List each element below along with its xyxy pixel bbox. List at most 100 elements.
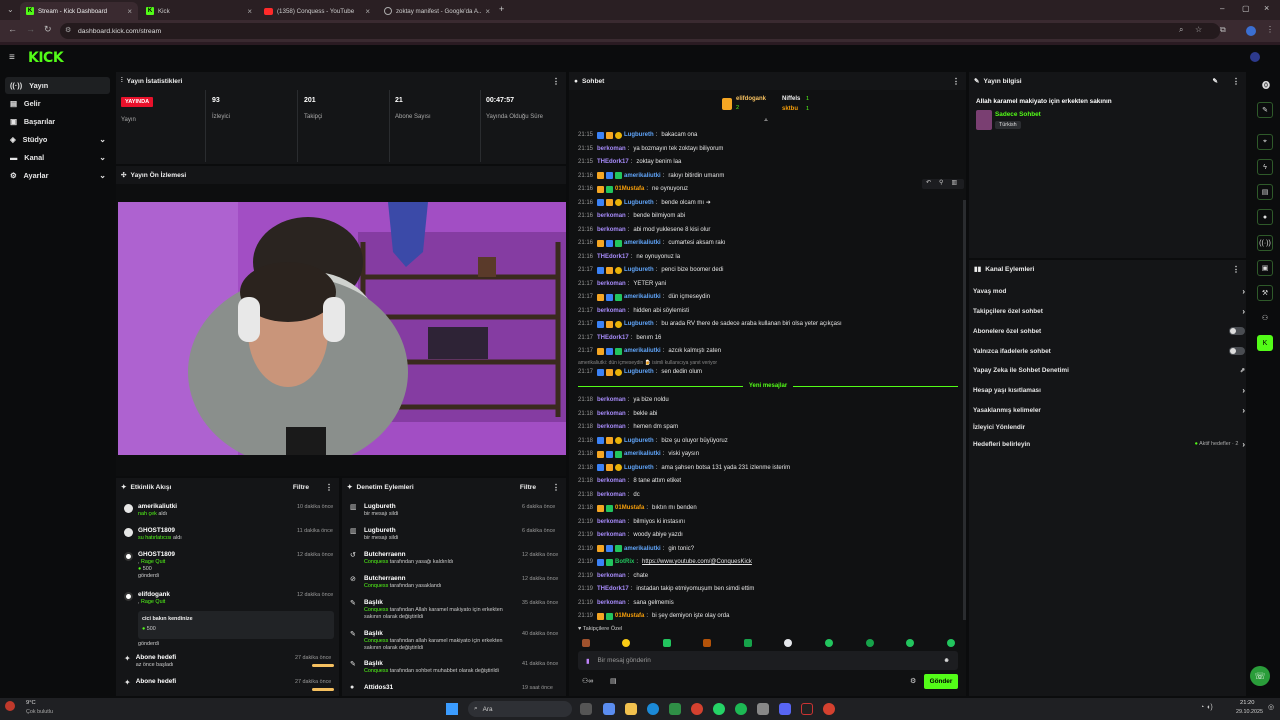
chat-username[interactable]: amerikaliutki bbox=[624, 173, 661, 179]
chat-message[interactable]: 21:18 Lugbureth: ama şahsen botsa 131 yada… bbox=[578, 462, 790, 474]
chat-message[interactable]: 21:18 berkoman:8 tane attım etiket bbox=[578, 475, 681, 487]
mod-actor[interactable]: Conquess bbox=[364, 559, 388, 565]
more-options-icon[interactable]: ⋮ bbox=[552, 483, 560, 492]
sidebar-item-yayin[interactable]: ((·)) Yayın bbox=[5, 77, 110, 94]
chat-message[interactable]: 21:15 THEdork17: zoktay benim laa bbox=[578, 156, 681, 168]
emote-icon[interactable] bbox=[703, 639, 711, 647]
chat-username[interactable]: BotRix bbox=[615, 559, 634, 565]
stream-preview-video[interactable] bbox=[118, 202, 566, 455]
stream-category[interactable]: Sadece Sohbet bbox=[995, 111, 1041, 118]
obs-icon[interactable] bbox=[801, 703, 813, 715]
chat-message[interactable]: 21:18 berkoman: hemen dm spam bbox=[578, 421, 678, 433]
chat-username[interactable]: Lugbureth bbox=[624, 132, 654, 138]
edge-icon[interactable] bbox=[647, 703, 659, 715]
sidebar-item-studyo[interactable]: ◈ Stüdyo ⌄ bbox=[5, 131, 110, 148]
chat-username[interactable]: berkoman bbox=[597, 213, 626, 219]
emote-icon[interactable] bbox=[947, 639, 955, 647]
chat-message[interactable]: 21:17 berkoman: YETER yani bbox=[578, 278, 666, 290]
browser-menu-icon[interactable]: ⋮ bbox=[1266, 25, 1274, 34]
chat-message[interactable]: 21:18 berkoman: bekle abi bbox=[578, 408, 657, 420]
top-user-name[interactable]: sktbu bbox=[782, 106, 798, 112]
top-user-name[interactable]: elifdogank bbox=[736, 96, 766, 102]
chat-message[interactable]: 21:18 berkoman: ya bize noldu bbox=[578, 394, 669, 406]
chat-username[interactable]: 01Mustafa bbox=[615, 505, 644, 511]
send-button[interactable]: Gönder bbox=[924, 674, 958, 689]
emote-icon[interactable] bbox=[784, 639, 792, 647]
close-tab-icon[interactable]: × bbox=[365, 7, 370, 16]
emote-icon[interactable] bbox=[744, 639, 752, 647]
emote-icon[interactable] bbox=[622, 639, 630, 647]
banned-words-item[interactable]: Yasaklanmış kelimeler › bbox=[973, 403, 1245, 417]
chat-username[interactable]: berkoman bbox=[597, 411, 626, 417]
sidebar-item-ayarlar[interactable]: ⚙ Ayarlar ⌄ bbox=[5, 167, 110, 184]
user-avatar[interactable] bbox=[1250, 52, 1260, 62]
activity-filter-button[interactable]: Filtre bbox=[293, 484, 309, 491]
chat-username[interactable]: Lugbureth bbox=[624, 465, 654, 471]
new-tab-icon[interactable]: + bbox=[499, 4, 504, 14]
file-explorer-icon[interactable] bbox=[625, 703, 637, 715]
profile-avatar[interactable] bbox=[1246, 26, 1256, 36]
chat-message[interactable]: 21:17 Lugbureth: bu arada RV there de sade… bbox=[578, 318, 842, 330]
poll-icon[interactable]: ▤ bbox=[610, 677, 617, 685]
emote-icon[interactable] bbox=[663, 639, 671, 647]
chat-message[interactable]: 21:16 Lugbureth: bende olcam mı ➜ bbox=[578, 197, 711, 209]
emote-icon[interactable] bbox=[906, 639, 914, 647]
host-item[interactable]: İzleyici Yönlendir bbox=[973, 420, 1245, 434]
reload-icon[interactable]: ↻ bbox=[44, 24, 52, 35]
discord-icon[interactable] bbox=[779, 703, 791, 715]
app-icon[interactable] bbox=[603, 703, 615, 715]
chat-message[interactable]: 21:17 Lugbureth: penci bize boomer dedi bbox=[578, 264, 723, 276]
delete-icon[interactable]: ▥ bbox=[951, 179, 957, 189]
rail-clip-button[interactable]: ▤ bbox=[1257, 184, 1273, 200]
chat-message[interactable]: 21:15 Lugbureth: bakacam ona bbox=[578, 129, 697, 141]
chat-message[interactable]: 21:16 amerikaliutki: cumartesi aksam rakı bbox=[578, 237, 725, 249]
network-icon[interactable]: ◔ ◖) bbox=[1200, 704, 1213, 711]
sidebar-item-kanal[interactable]: ▬ Kanal ⌄ bbox=[5, 149, 110, 166]
chat-message[interactable]: 21:18 berkoman: dc bbox=[578, 489, 640, 501]
chat-message[interactable]: 21:17 Lugbureth: sen dedin olum bbox=[578, 366, 702, 378]
chat-message[interactable]: 21:17 amerikaliutki: azcık kalmıştı zaten bbox=[578, 345, 721, 357]
bookmark-star-icon[interactable]: ☆ bbox=[1195, 25, 1202, 34]
spotify-icon[interactable] bbox=[735, 703, 747, 715]
more-options-icon[interactable]: ⋮ bbox=[1232, 265, 1240, 274]
tab-kick[interactable]: K Kick × bbox=[140, 2, 258, 20]
chat-username[interactable]: amerikaliutki bbox=[624, 348, 661, 354]
rail-chat-button[interactable]: ● bbox=[1257, 209, 1273, 225]
site-info-icon[interactable]: ⚙ bbox=[65, 26, 71, 34]
taskbar-search[interactable]: ⌕ Ara bbox=[468, 701, 572, 717]
community-icon[interactable]: ⚇∞ bbox=[582, 677, 593, 685]
tab-youtube[interactable]: (1358) Conquess - YouTube × bbox=[258, 2, 376, 20]
chat-message[interactable]: 21:16 berkoman: bende bilmiyom abi bbox=[578, 210, 685, 222]
chat-username[interactable]: amerikaliutki bbox=[624, 240, 661, 246]
windows-start-icon[interactable] bbox=[446, 703, 458, 715]
chat-username[interactable]: berkoman bbox=[597, 281, 626, 287]
help-icon[interactable]: ⓿ bbox=[1262, 80, 1270, 91]
chat-message[interactable]: 21:16 01Mustafa: ne oynuyoruz bbox=[578, 183, 688, 195]
chat-scrollbar[interactable] bbox=[963, 200, 966, 620]
emote-icon[interactable] bbox=[825, 639, 833, 647]
mod-actor[interactable]: Conquess bbox=[364, 607, 388, 613]
top-user-name[interactable]: Niffels bbox=[782, 96, 800, 102]
close-window-icon[interactable]: × bbox=[1264, 3, 1269, 13]
support-chat-icon[interactable]: ☏ bbox=[1250, 666, 1270, 686]
chat-username[interactable]: amerikaliutki bbox=[624, 546, 661, 552]
chat-username[interactable]: Lugbureth bbox=[624, 267, 654, 273]
chat-message[interactable]: 21:19 THEdork17: instadan takip etmiyomuşu… bbox=[578, 583, 754, 595]
hamburger-menu-icon[interactable]: ≡ bbox=[9, 52, 15, 63]
reply-icon[interactable]: ↶ bbox=[926, 179, 931, 189]
app-icon[interactable] bbox=[669, 703, 681, 715]
chat-username[interactable]: Lugbureth bbox=[624, 200, 654, 206]
chat-message[interactable]: 21:17 berkoman: hidden abi söylemisti bbox=[578, 305, 689, 317]
chat-username[interactable]: THEdork17 bbox=[597, 254, 629, 260]
edit-icon[interactable]: ✎ bbox=[1212, 77, 1218, 85]
chat-username[interactable]: THEdork17 bbox=[597, 335, 629, 341]
minimize-icon[interactable]: – bbox=[1220, 4, 1224, 13]
whatsapp-icon[interactable] bbox=[713, 703, 725, 715]
chat-message[interactable]: 21:19 berkoman: chate bbox=[578, 570, 648, 582]
chat-username[interactable]: berkoman bbox=[597, 519, 626, 525]
forward-icon[interactable]: → bbox=[26, 24, 35, 34]
chat-username[interactable]: amerikaliutki bbox=[624, 451, 661, 457]
chat-message[interactable]: 21:19 BotRix: https://www.youtube.com/@Con… bbox=[578, 556, 752, 568]
more-options-icon[interactable]: ⋮ bbox=[552, 77, 560, 86]
emoji-icon[interactable]: ☻ bbox=[943, 657, 950, 664]
